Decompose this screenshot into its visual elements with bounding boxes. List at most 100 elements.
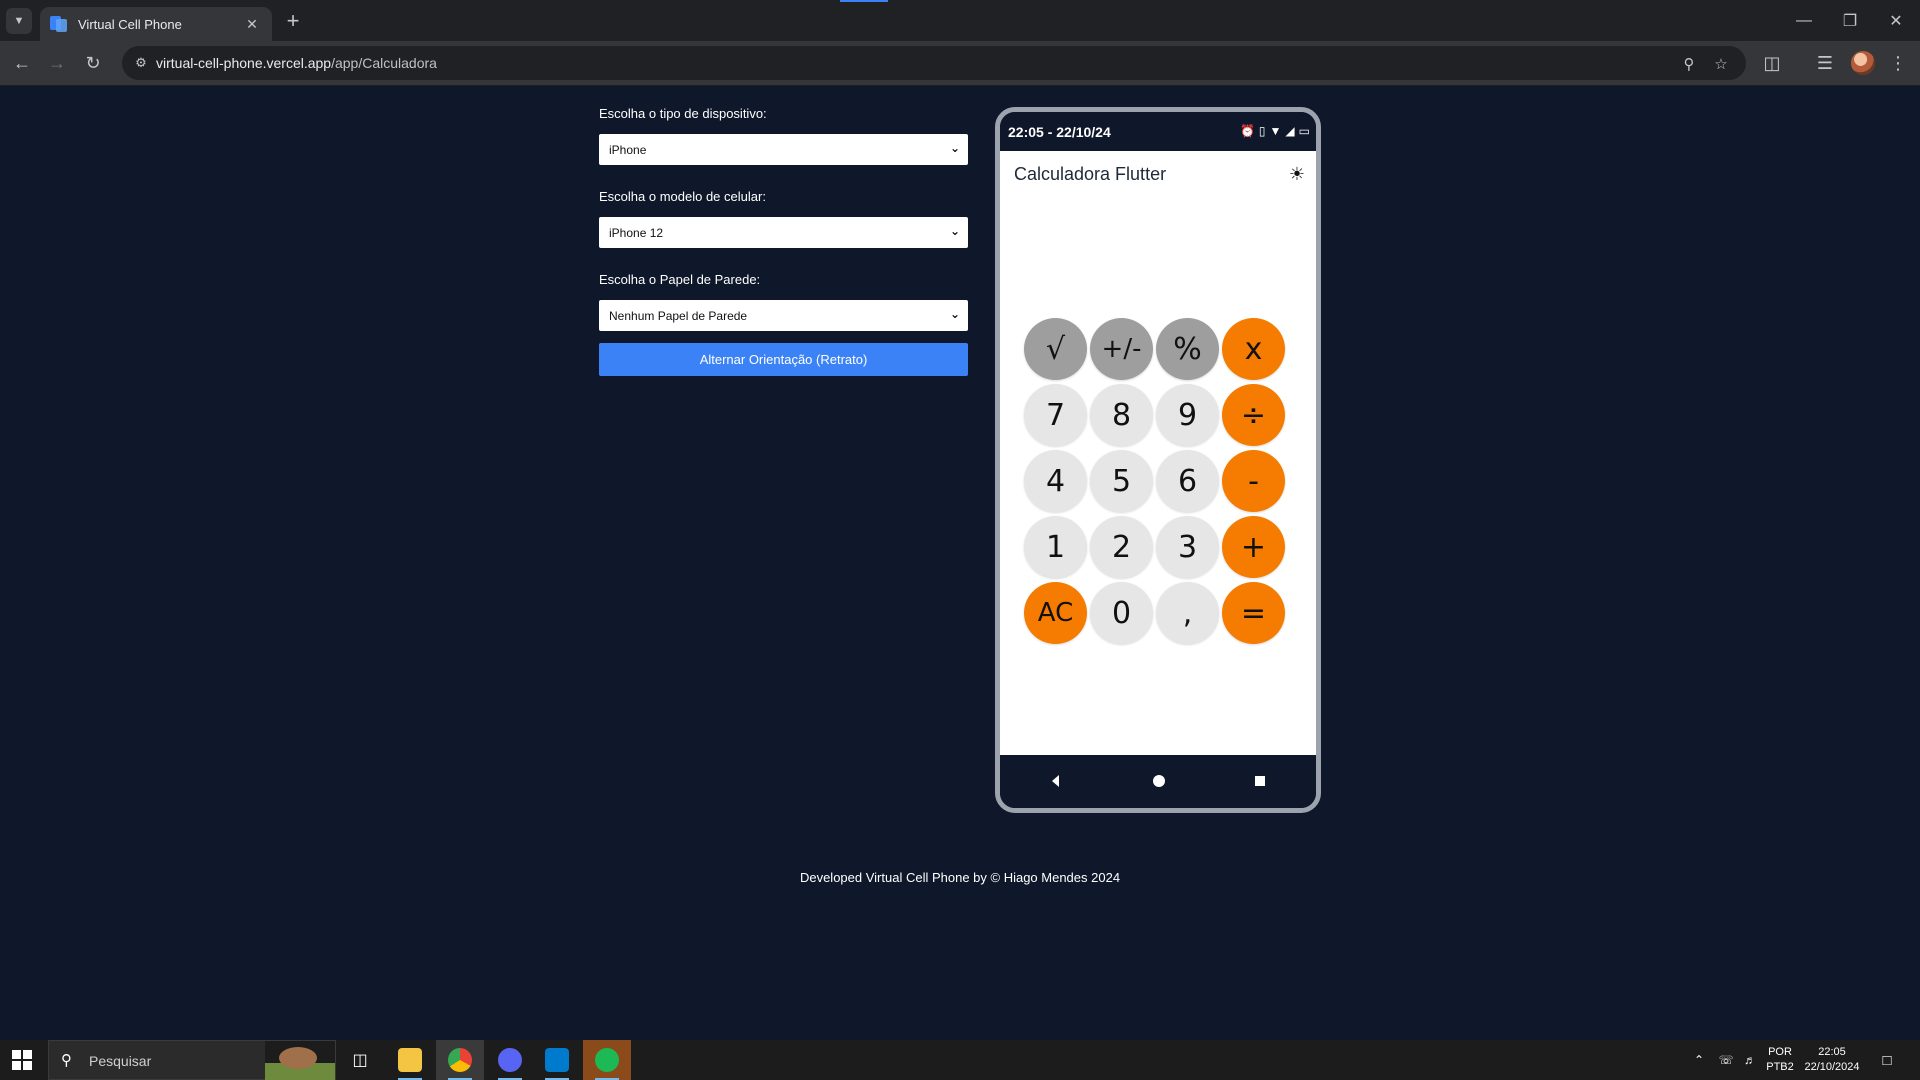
phone-frame: 22:05 - 22/10/24 ⏰ ▯ ▼ ◢ ▭ Calculadora F… bbox=[995, 107, 1321, 813]
clock-time: 22:05 bbox=[1818, 1046, 1846, 1058]
calc-key[interactable]: 8 bbox=[1090, 384, 1153, 446]
calc-key[interactable]: AC bbox=[1024, 582, 1087, 644]
status-icons: ⏰ ▯ ▼ ◢ ▭ bbox=[1240, 124, 1310, 138]
status-time: 22:05 - 22/10/24 bbox=[1008, 124, 1111, 140]
phone-status-bar: 22:05 - 22/10/24 ⏰ ▯ ▼ ◢ ▭ bbox=[1000, 112, 1316, 151]
search-highlight-image bbox=[265, 1041, 335, 1080]
model-label: Escolha o modelo de celular: bbox=[599, 189, 766, 204]
calc-key[interactable]: √ bbox=[1024, 318, 1087, 380]
os-taskbar: ⚲ Pesquisar ◫ ⌃ ☏ ♬ POR PTB2 22:05 22/10… bbox=[0, 1040, 1920, 1080]
url-host: virtual-cell-phone.vercel.app bbox=[156, 55, 332, 71]
nav-back-icon[interactable] bbox=[1052, 775, 1059, 787]
chevron-down-icon: ⌄ bbox=[949, 224, 961, 238]
wallpaper-label: Escolha o Papel de Parede: bbox=[599, 272, 761, 287]
calc-key[interactable]: % bbox=[1156, 318, 1219, 380]
calc-key[interactable]: ÷ bbox=[1222, 384, 1285, 446]
address-bar[interactable]: ⚙ virtual-cell-phone.vercel.app/app/Calc… bbox=[122, 46, 1746, 80]
vibrate-icon: ▯ bbox=[1258, 124, 1266, 138]
tab-strip-indicator bbox=[840, 0, 888, 2]
calc-key[interactable]: 9 bbox=[1156, 384, 1219, 446]
wallpaper-select[interactable]: Nenhum Papel de Parede ⌄ bbox=[599, 300, 968, 331]
wifi-icon: ▼ bbox=[1269, 124, 1282, 138]
chevron-down-icon: ▼ bbox=[13, 15, 25, 27]
calc-key[interactable]: 4 bbox=[1024, 450, 1087, 512]
taskbar-search[interactable]: ⚲ Pesquisar bbox=[48, 1040, 336, 1080]
calc-key[interactable]: +/- bbox=[1090, 318, 1153, 380]
close-window-icon[interactable]: ✕ bbox=[1873, 0, 1919, 41]
file-explorer-icon[interactable] bbox=[386, 1040, 434, 1080]
model-value: iPhone 12 bbox=[609, 226, 664, 240]
new-tab-button[interactable]: + bbox=[280, 9, 306, 35]
calc-key[interactable]: 2 bbox=[1090, 516, 1153, 578]
back-icon[interactable]: ← bbox=[8, 49, 36, 77]
wallpaper-value: Nenhum Papel de Parede bbox=[609, 309, 748, 323]
calc-key[interactable]: + bbox=[1222, 516, 1285, 578]
model-select[interactable]: iPhone 12 ⌄ bbox=[599, 217, 968, 248]
clock-date: 22/10/2024 bbox=[1804, 1061, 1860, 1073]
calculator-keypad: √ +/-% x 7 8 9 ÷ 4 5 6- 1 2 3 + AC 0, = bbox=[1024, 318, 1290, 644]
app-title: Calculadora Flutter bbox=[1014, 164, 1167, 184]
signal-icon: ◢ bbox=[1285, 124, 1295, 138]
reload-icon[interactable]: ↻ bbox=[79, 49, 107, 77]
tray-overflow-icon[interactable]: ⌃ bbox=[1689, 1040, 1709, 1080]
phone-nav-bar bbox=[1000, 755, 1316, 808]
bookmark-star-icon[interactable]: ☆ bbox=[1710, 53, 1732, 75]
browser-toolbar: ← → ↻ ⚙ virtual-cell-phone.vercel.app/ap… bbox=[0, 41, 1920, 86]
vscode-icon[interactable] bbox=[533, 1040, 581, 1080]
minimize-icon[interactable]: — bbox=[1781, 0, 1827, 41]
battery-icon: ▭ bbox=[1298, 124, 1310, 138]
calc-key[interactable]: 1 bbox=[1024, 516, 1087, 578]
calc-key[interactable]: 3 bbox=[1156, 516, 1219, 578]
language-indicator[interactable]: POR PTB2 bbox=[1763, 1040, 1797, 1080]
tab-title: Virtual Cell Phone bbox=[78, 16, 182, 32]
forward-icon[interactable]: → bbox=[43, 49, 71, 77]
calc-key[interactable]: , bbox=[1156, 582, 1219, 644]
browser-tab[interactable]: Virtual Cell Phone ✕ bbox=[40, 7, 272, 41]
task-view-icon[interactable]: ◫ bbox=[336, 1040, 384, 1080]
site-favicon-icon bbox=[50, 15, 68, 33]
notification-icon[interactable]: □ bbox=[1872, 1040, 1902, 1080]
tab-search-button[interactable]: ▼ bbox=[6, 8, 32, 34]
toggle-orientation-button[interactable]: Alternar Orientação (Retrato) bbox=[599, 343, 968, 376]
alarm-icon: ⏰ bbox=[1239, 124, 1255, 138]
url-path: /app/Calculadora bbox=[331, 55, 437, 71]
language-code: POR bbox=[1768, 1046, 1792, 1058]
keyboard-layout: PTB2 bbox=[1766, 1061, 1794, 1073]
search-placeholder: Pesquisar bbox=[89, 1053, 152, 1069]
extensions-icon[interactable]: ◫ bbox=[1758, 49, 1786, 77]
site-info-icon[interactable]: ⚙ bbox=[130, 52, 152, 74]
calc-key[interactable]: 5 bbox=[1090, 450, 1153, 512]
calc-key[interactable]: 7 bbox=[1024, 384, 1087, 446]
restore-icon[interactable]: ❐ bbox=[1827, 0, 1873, 41]
calc-key[interactable]: 0 bbox=[1090, 582, 1153, 644]
calc-key[interactable]: - bbox=[1222, 450, 1285, 512]
chevron-down-icon: ⌄ bbox=[949, 141, 961, 155]
chevron-down-icon: ⌄ bbox=[949, 307, 961, 321]
search-icon: ⚲ bbox=[61, 1052, 72, 1069]
calc-key[interactable]: 6 bbox=[1156, 450, 1219, 512]
volume-icon[interactable]: ♬ bbox=[1739, 1040, 1761, 1080]
browser-tab-strip: ▼ Virtual Cell Phone ✕ + — ❐ ✕ bbox=[0, 0, 1920, 41]
nav-home-icon[interactable] bbox=[1153, 775, 1165, 787]
chrome-icon[interactable] bbox=[436, 1040, 484, 1080]
device-type-select[interactable]: iPhone ⌄ bbox=[599, 134, 968, 165]
close-tab-icon[interactable]: ✕ bbox=[242, 16, 262, 33]
zoom-icon[interactable]: ⚲ bbox=[1678, 53, 1700, 75]
media-control-icon[interactable]: ☰ bbox=[1811, 49, 1839, 77]
network-icon[interactable]: ☏ bbox=[1715, 1040, 1737, 1080]
calc-key[interactable]: x bbox=[1222, 318, 1285, 380]
menu-kebab-icon[interactable]: ⋮ bbox=[1884, 49, 1912, 77]
spotify-icon[interactable] bbox=[583, 1040, 631, 1080]
device-type-label: Escolha o tipo de dispositivo: bbox=[599, 106, 767, 121]
windows-start-icon[interactable] bbox=[12, 1050, 32, 1070]
profile-avatar[interactable] bbox=[1851, 51, 1875, 75]
nav-recents-icon[interactable] bbox=[1255, 776, 1265, 786]
device-settings-panel: Escolha o tipo de dispositivo: iPhone ⌄ … bbox=[599, 106, 968, 376]
brightness-icon[interactable]: ☀ bbox=[1286, 163, 1308, 185]
device-type-value: iPhone bbox=[609, 143, 647, 157]
page-footer: Developed Virtual Cell Phone by © Hiago … bbox=[799, 870, 1121, 885]
url-text: virtual-cell-phone.vercel.app/app/Calcul… bbox=[156, 55, 437, 71]
clock[interactable]: 22:05 22/10/2024 bbox=[1800, 1040, 1864, 1080]
calc-key[interactable]: = bbox=[1222, 582, 1285, 644]
discord-icon[interactable] bbox=[486, 1040, 534, 1080]
